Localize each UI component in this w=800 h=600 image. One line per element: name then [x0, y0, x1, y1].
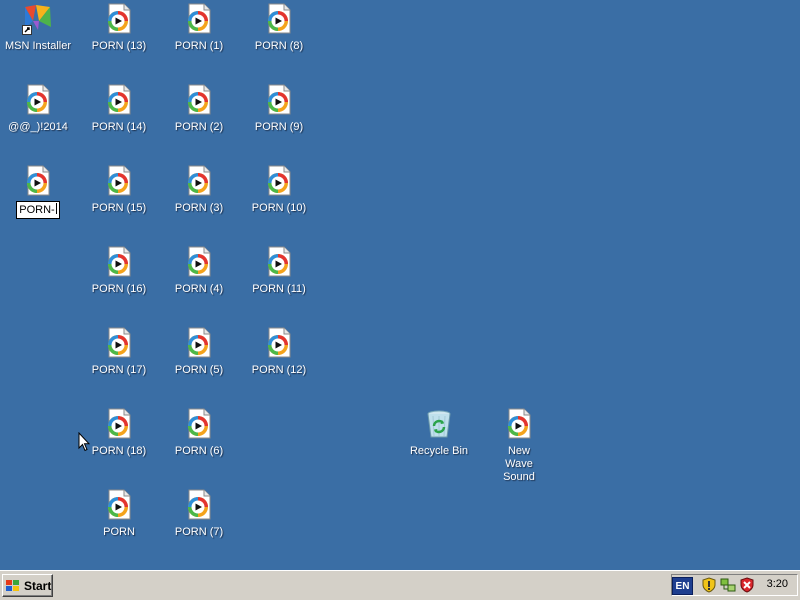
desktop-icon[interactable]: PORN (15) [81, 165, 157, 215]
desktop-icon[interactable]: PORN (9) [241, 84, 317, 134]
desktop-icon-label: PORN (12) [251, 364, 307, 376]
desktop-icon-label: Recycle Bin [409, 445, 469, 457]
rename-text: PORN- [19, 204, 55, 216]
media-file-icon [503, 408, 535, 440]
taskbar-clock[interactable]: 3:20 [767, 578, 788, 590]
media-file-icon [263, 165, 295, 197]
desktop-icon[interactable]: PORN (11) [241, 246, 317, 296]
desktop-icon-label: PORN (13) [91, 40, 147, 52]
media-file-icon [103, 3, 135, 35]
desktop-icon[interactable]: PORN (12) [241, 327, 317, 377]
media-file-icon [263, 327, 295, 359]
desktop-icon[interactable]: PORN- [0, 165, 76, 219]
media-file-icon [183, 246, 215, 278]
media-file-icon [183, 84, 215, 116]
desktop-icon-label: PORN (14) [91, 121, 147, 133]
mouse-cursor-icon [78, 432, 90, 452]
desktop-icon[interactable]: PORN (8) [241, 3, 317, 53]
media-file-icon [183, 165, 215, 197]
desktop-icon-label: MSN Installer [4, 40, 72, 52]
media-file-icon [103, 246, 135, 278]
desktop-icon-label: PORN (7) [174, 526, 224, 538]
media-file-icon [22, 165, 54, 197]
desktop-icon-label: PORN (17) [91, 364, 147, 376]
language-indicator[interactable]: EN [672, 577, 693, 595]
desktop-icon-label: PORN (15) [91, 202, 147, 214]
desktop-icon-label: PORN (16) [91, 283, 147, 295]
desktop-icon-label: PORN (4) [174, 283, 224, 295]
desktop-icon[interactable]: PORN (4) [161, 246, 237, 296]
desktop-icon[interactable]: PORN (1) [161, 3, 237, 53]
desktop-icon[interactable]: PORN (18) [81, 408, 157, 458]
antivirus-icon[interactable] [739, 577, 755, 593]
desktop-icon-label: New Wave Sound [503, 445, 535, 483]
desktop-icon[interactable]: PORN (10) [241, 165, 317, 215]
media-file-icon [103, 408, 135, 440]
media-file-icon [22, 84, 54, 116]
desktop-icon-label: PORN (3) [174, 202, 224, 214]
media-file-icon [263, 246, 295, 278]
desktop-icon-label: PORN (9) [254, 121, 304, 133]
media-file-icon [183, 327, 215, 359]
rename-input[interactable]: PORN- [16, 201, 60, 219]
media-file-icon [183, 489, 215, 521]
desktop[interactable]: MSN Installer @@_)!2014 PORN- PORN (13) [0, 0, 800, 570]
windows-logo-icon [6, 579, 19, 591]
desktop-icon-label: PORN [103, 526, 135, 538]
desktop-icon-label: PORN (10) [251, 202, 307, 214]
desktop-icon[interactable]: PORN (14) [81, 84, 157, 134]
desktop-icon-label: PORN (5) [174, 364, 224, 376]
text-caret [55, 203, 57, 214]
desktop-icon-label: PORN (18) [91, 445, 147, 457]
msn-installer-icon [22, 3, 54, 35]
desktop-icon-label: @@_)!2014 [8, 121, 68, 133]
desktop-icon-label: PORN (8) [254, 40, 304, 52]
desktop-icon-label: PORN (1) [174, 40, 224, 52]
desktop-icon[interactable]: PORN (17) [81, 327, 157, 377]
desktop-icon[interactable]: MSN Installer [0, 3, 76, 53]
start-button[interactable]: Start [2, 574, 53, 597]
desktop-icon[interactable]: PORN (5) [161, 327, 237, 377]
desktop-icon[interactable]: New Wave Sound [481, 408, 557, 484]
media-file-icon [263, 84, 295, 116]
desktop-icon[interactable]: PORN (2) [161, 84, 237, 134]
media-file-icon [183, 408, 215, 440]
desktop-icon[interactable]: PORN (3) [161, 165, 237, 215]
media-file-icon [103, 165, 135, 197]
network-icon[interactable] [720, 577, 736, 593]
media-file-icon [103, 489, 135, 521]
desktop-icon[interactable]: PORN [81, 489, 157, 539]
media-file-icon [183, 3, 215, 35]
desktop-icon[interactable]: PORN (7) [161, 489, 237, 539]
desktop-icon-label: PORN (6) [174, 445, 224, 457]
recycle-bin-icon [423, 408, 455, 440]
desktop-icon-label: PORN (2) [174, 121, 224, 133]
desktop-icon[interactable]: Recycle Bin [401, 408, 477, 458]
media-file-icon [103, 84, 135, 116]
desktop-icon[interactable]: PORN (16) [81, 246, 157, 296]
desktop-icon[interactable]: PORN (13) [81, 3, 157, 53]
media-file-icon [103, 327, 135, 359]
desktop-icon[interactable]: @@_)!2014 [0, 84, 76, 134]
security-shield-icon[interactable] [701, 577, 717, 593]
start-label: Start [24, 578, 52, 593]
media-file-icon [263, 3, 295, 35]
desktop-icon-label: PORN (11) [252, 283, 306, 295]
desktop-icon[interactable]: PORN (6) [161, 408, 237, 458]
